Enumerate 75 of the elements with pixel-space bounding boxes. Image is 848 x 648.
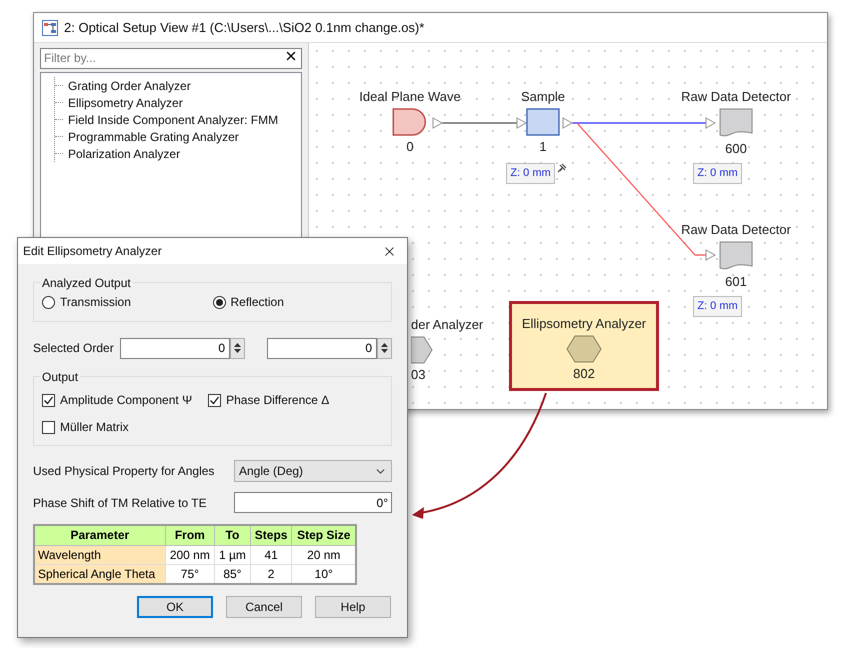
selected-node[interactable]: Ellipsometry Analyzer 802 [509,301,659,391]
field-label: Selected Order [33,340,115,357]
node-number: 1 [539,139,547,155]
pin-icon [557,163,567,173]
table-cell: 200 nm [165,545,215,564]
angle-dropdown[interactable]: Angle (Deg) [234,460,392,482]
field-label: Used Physical Property for Angles [33,463,214,480]
table-cell: 2 [250,564,292,584]
node-label: der Analyzer [411,317,484,333]
table-cell: 10° [292,564,356,584]
table-cell: Spherical Angle Theta [34,564,166,584]
dialog-title: Edit Ellipsometry Analyzer [23,243,162,260]
node-label: Raw Data Detector [681,89,791,105]
check-icon [43,394,54,406]
up-arrow-icon [381,343,388,347]
analyzer-shape[interactable] [411,336,433,364]
tree-item[interactable]: Grating Order Analyzer [63,76,191,94]
detector-shape[interactable] [719,108,753,138]
tree-item[interactable]: Field Inside Component Analyzer: FMM [63,110,278,128]
checkbox-label: Amplitude Component Ψ [60,392,192,409]
checkbox-label: Phase Difference Δ [226,392,330,409]
field-label: Phase Shift of TM Relative to TE [33,494,207,512]
table-cell: 75° [165,564,215,584]
dialog-button[interactable]: Help [315,596,391,618]
checkbox-label: Müller Matrix [60,419,129,436]
analyzer-shape[interactable] [566,335,602,363]
detector-shape[interactable] [719,241,753,271]
node-label: Ideal Plane Wave [359,89,461,105]
position-tag[interactable]: Z: 0 mm [693,163,742,184]
position-tag[interactable]: Z: 0 mm [506,163,555,184]
node-label: Raw Data Detector [681,222,791,238]
position-tag[interactable]: Z: 0 mm [693,296,742,317]
spin-buttons[interactable] [377,338,392,358]
node-number: 03 [411,367,426,383]
number-field[interactable]: 0 [267,338,377,358]
checkbox[interactable] [42,420,55,434]
column-header: From [165,525,215,545]
column-header: To [214,525,250,545]
node-number: 0 [406,139,414,155]
node-number: 802 [573,366,595,382]
table-cell: 41 [250,545,292,564]
tree-item[interactable]: Polarization Analyzer [63,144,180,162]
column-header: Steps [250,525,292,545]
radio-label: Reflection [230,294,284,311]
table-cell: 20 nm [292,545,356,564]
clear-icon[interactable] [284,49,298,63]
sample-shape[interactable] [526,108,560,136]
window-title: 2: Optical Setup View #1 (C:\Users\...\SiO2 0.1nm change.os)* [64,18,424,37]
column-header: Parameter [34,525,166,545]
node-number: 601 [725,274,747,290]
tree-item[interactable]: Programmable Grating Analyzer [63,128,239,146]
spin-buttons[interactable] [230,338,245,358]
phase-shift-field[interactable]: 0° [234,492,392,513]
radio-button[interactable] [42,296,55,308]
up-arrow-icon [234,343,241,347]
source-shape[interactable] [392,108,428,136]
checkbox[interactable] [208,394,222,406]
diagram-icon [42,20,58,36]
dialog-button[interactable]: OK [137,596,213,618]
node-label: Ellipsometry Analyzer [522,316,646,332]
table-cell: Wavelength [34,545,166,564]
node-number: 600 [725,141,747,157]
filter-field[interactable]: Filter by... [40,48,302,68]
table-cell: 85° [214,564,250,584]
number-field[interactable]: 0 [120,338,230,358]
checkbox[interactable] [42,394,55,406]
node-label: Sample [520,89,566,105]
dialog-button[interactable]: Cancel [226,596,302,618]
radio-label: Transmission [60,294,131,311]
check-icon [209,394,220,406]
table-cell: 1 µm [214,545,250,564]
tree-item[interactable]: Ellipsometry Analyzer [63,94,183,112]
radio-button[interactable] [212,296,226,308]
down-arrow-icon [234,349,241,353]
down-arrow-icon [381,349,388,353]
